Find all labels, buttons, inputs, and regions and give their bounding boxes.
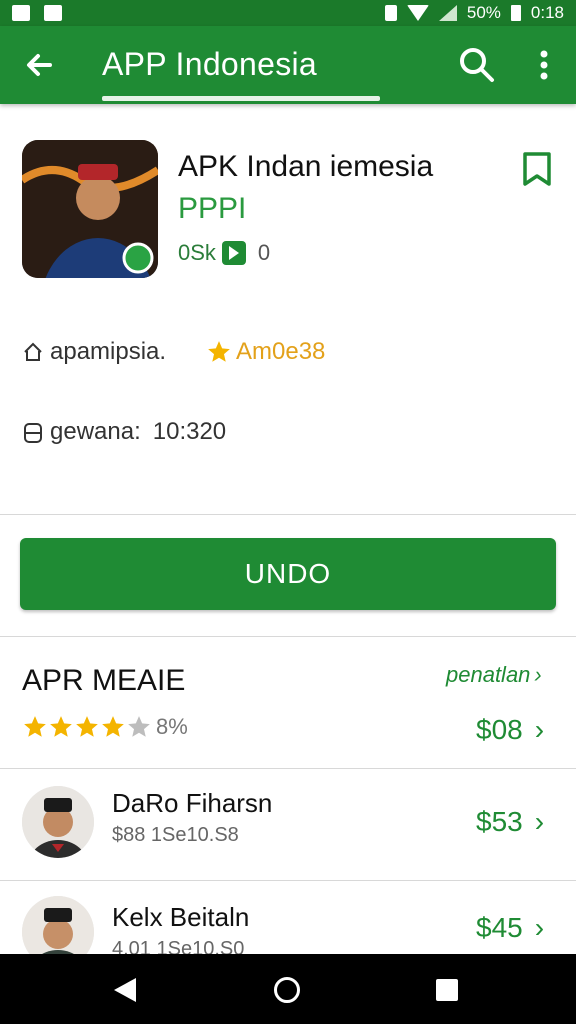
search-icon[interactable] bbox=[456, 44, 498, 86]
divider bbox=[0, 880, 576, 881]
meta-row-category: apamipsia. bbox=[22, 338, 166, 366]
meta2-label: gewana: bbox=[50, 418, 141, 445]
star-icon bbox=[76, 716, 98, 737]
app-bar-title: APP Indonesia bbox=[102, 46, 318, 82]
divider bbox=[0, 514, 576, 515]
badge-count: 0 bbox=[257, 240, 271, 265]
meta1-label: apamipsia. bbox=[50, 338, 167, 365]
wifi-icon bbox=[406, 5, 429, 21]
avatar[interactable] bbox=[22, 786, 94, 858]
chevron-right-icon: › bbox=[534, 662, 542, 687]
avatar-image bbox=[22, 786, 94, 858]
section-price: $08 bbox=[476, 714, 523, 745]
app-badges: 0Sk 0 bbox=[178, 240, 270, 266]
star-icon bbox=[50, 716, 72, 737]
list-item-sub: $88 1Se10.S8 bbox=[112, 824, 239, 846]
app-icon[interactable] bbox=[22, 140, 158, 278]
star-icon bbox=[128, 716, 150, 737]
more-vert-icon[interactable] bbox=[530, 44, 558, 86]
star-icon bbox=[208, 341, 230, 362]
list-item-price: $53 bbox=[476, 806, 523, 837]
divider bbox=[0, 636, 576, 637]
app-developer[interactable]: PPPI bbox=[178, 192, 246, 226]
divider bbox=[0, 768, 576, 769]
battery-icon bbox=[510, 5, 521, 21]
notification-icon bbox=[12, 5, 30, 21]
list-item-price-row[interactable]: $53 › bbox=[476, 806, 544, 838]
rating-stars: 8% bbox=[22, 714, 188, 740]
system-nav-bar bbox=[0, 954, 576, 1024]
chevron-right-icon: › bbox=[534, 912, 545, 943]
back-arrow-icon[interactable] bbox=[20, 44, 62, 86]
section-price-row[interactable]: $08 › bbox=[476, 714, 544, 746]
clipboard-icon bbox=[24, 423, 42, 443]
meta1-rating: Am0e38 bbox=[236, 338, 326, 365]
list-item-price-row[interactable]: $45 › bbox=[476, 912, 544, 944]
clock: 0:18 bbox=[530, 3, 564, 22]
home-icon bbox=[24, 342, 42, 361]
list-item-name[interactable]: DaRo Fiharsn bbox=[112, 788, 272, 819]
install-button[interactable]: UNDO bbox=[20, 538, 556, 610]
star-icon bbox=[24, 716, 46, 737]
app-icon-image bbox=[22, 140, 158, 278]
signal-icon bbox=[438, 5, 457, 21]
chevron-right-icon: › bbox=[534, 806, 545, 837]
section-link[interactable]: penatlan › bbox=[446, 662, 542, 688]
list-item-name[interactable]: Kelx Beitaln bbox=[112, 902, 249, 933]
star-icon bbox=[102, 716, 124, 737]
bookmark-icon[interactable] bbox=[520, 150, 554, 190]
title-underline bbox=[102, 96, 380, 101]
list-item-price: $45 bbox=[476, 912, 523, 943]
app-name: APK Indan iemesia bbox=[178, 150, 434, 183]
vibrate-icon bbox=[384, 5, 397, 21]
app-bar: APP Indonesia bbox=[0, 26, 576, 104]
nav-home-icon[interactable] bbox=[274, 977, 300, 1003]
battery-percent: 50% bbox=[466, 3, 501, 22]
meta2-value: 10:320 bbox=[152, 418, 227, 445]
section-link-label: penatlan bbox=[446, 662, 531, 687]
nav-recents-icon[interactable] bbox=[436, 979, 458, 1001]
status-bar: 50% 0:18 bbox=[0, 0, 576, 26]
chevron-right-icon: › bbox=[534, 714, 545, 745]
play-badge-icon bbox=[221, 241, 246, 265]
badge-text: 0Sk bbox=[178, 240, 216, 265]
section-title: APR MEAIE bbox=[22, 664, 186, 697]
meta-rating: Am0e38 bbox=[206, 338, 325, 366]
nav-back-icon[interactable] bbox=[114, 978, 136, 1002]
meta-row-version: gewana: 10:320 bbox=[22, 418, 226, 446]
notification-icon bbox=[44, 5, 62, 21]
rating-text: 8% bbox=[156, 714, 188, 739]
